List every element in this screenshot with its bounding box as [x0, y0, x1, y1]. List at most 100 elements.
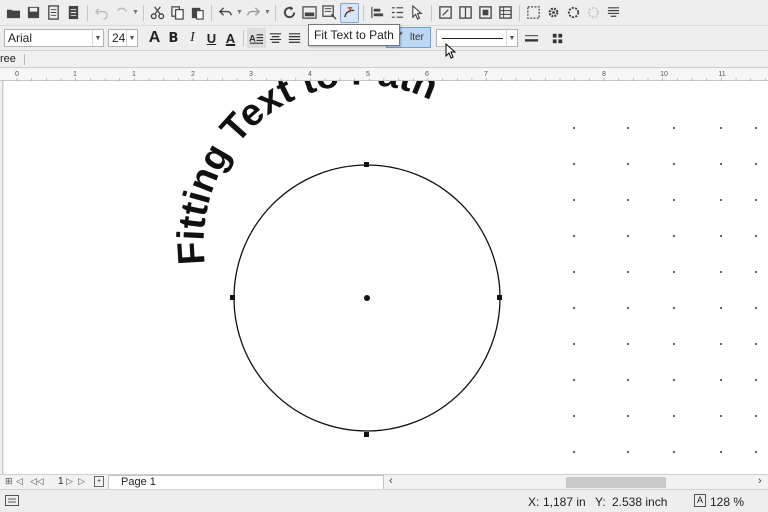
- grid-dots: [573, 127, 757, 453]
- page-layout-icon[interactable]: ⊞: [5, 476, 13, 487]
- grid-dot: [755, 451, 757, 453]
- svg-text:A: A: [249, 33, 256, 43]
- increase-font-icon[interactable]: A: [145, 28, 164, 48]
- grid-dot: [673, 235, 675, 237]
- font-name-value: Arial: [8, 31, 33, 45]
- distribute-icon[interactable]: [388, 3, 407, 23]
- gallery-icon[interactable]: [320, 3, 339, 23]
- grid-dot: [673, 343, 675, 345]
- horizontal-ruler[interactable]: 0 1 1 2 3 4 5 6 7 8 10 11: [0, 68, 768, 81]
- grid-dot: [673, 451, 675, 453]
- curved-text[interactable]: Fitting Text to Path: [170, 81, 443, 266]
- copy-icon[interactable]: [168, 3, 187, 23]
- columns-icon[interactable]: [456, 3, 475, 23]
- line-width-icon[interactable]: [522, 28, 541, 48]
- font-name-combobox[interactable]: Arial ▼: [4, 29, 104, 47]
- underline-icon[interactable]: U: [202, 28, 221, 48]
- selection-handle-top[interactable]: [364, 162, 369, 167]
- disabled-gear-icon[interactable]: [584, 3, 603, 23]
- properties-icon[interactable]: [604, 3, 623, 23]
- sidebar-tab[interactable]: ree: [0, 53, 16, 65]
- undo-arrow-icon[interactable]: [216, 3, 235, 23]
- grid-dot: [755, 379, 757, 381]
- grid-dot: [573, 343, 575, 345]
- grid-dot: [720, 451, 722, 453]
- x-coordinate-value: 1,187 in: [543, 495, 586, 509]
- grid-dot: [755, 127, 757, 129]
- separator: [363, 4, 364, 21]
- table-frame-icon[interactable]: [496, 3, 515, 23]
- chevron-down-icon[interactable]: ▼: [236, 9, 243, 16]
- last-page-icon[interactable]: ▷: [78, 476, 85, 487]
- page-tab[interactable]: Page 1: [108, 475, 384, 489]
- align-justify-icon[interactable]: [285, 28, 304, 48]
- grid-dot: [720, 271, 722, 273]
- ruler-label: 10: [660, 71, 668, 78]
- italic-icon[interactable]: I: [183, 28, 202, 48]
- drawing-surface: Fitting Text to Path: [170, 81, 757, 453]
- previous-page-icon[interactable]: ◁: [16, 476, 23, 487]
- font-color-icon[interactable]: A: [221, 28, 240, 48]
- drawing-canvas[interactable]: Fitting Text to Path: [4, 81, 768, 474]
- chevron-down-icon[interactable]: ▼: [132, 9, 139, 16]
- settings-gear-icon[interactable]: [564, 3, 583, 23]
- open-icon[interactable]: [4, 3, 23, 23]
- chevron-down-icon[interactable]: ▼: [506, 30, 517, 46]
- frame-icon[interactable]: [436, 3, 455, 23]
- bold-icon[interactable]: B: [164, 28, 183, 48]
- first-page-icon[interactable]: ◁◁: [30, 476, 44, 487]
- grid-dot: [755, 271, 757, 273]
- grid-dot: [627, 271, 629, 273]
- grid-dot: [627, 415, 629, 417]
- rotate-icon[interactable]: [280, 3, 299, 23]
- print-icon[interactable]: [64, 3, 83, 23]
- filter-button-label: lter: [410, 32, 424, 43]
- text-frame-icon[interactable]: [476, 3, 495, 23]
- select-tool-icon[interactable]: [408, 3, 427, 23]
- chevron-down-icon[interactable]: ▼: [126, 30, 137, 46]
- align-center-icon[interactable]: [266, 28, 285, 48]
- page-navigation-bar: ⊞ ◁ ◁◁ 1 ▷ ▷ + Page 1 ‹ ›: [0, 474, 768, 489]
- scroll-left-icon[interactable]: ‹: [389, 475, 393, 487]
- zoom-value[interactable]: 128 %: [710, 495, 744, 509]
- chevron-down-icon[interactable]: ▼: [92, 30, 103, 46]
- redo-arrow-icon[interactable]: [244, 3, 263, 23]
- next-page-icon[interactable]: ▷: [66, 476, 73, 487]
- zoom-icon[interactable]: A: [694, 494, 706, 507]
- x-coordinate-label: X:: [528, 495, 540, 509]
- paste-icon[interactable]: [188, 3, 207, 23]
- align-objects-icon[interactable]: [368, 3, 387, 23]
- marquee-icon[interactable]: [524, 3, 543, 23]
- vertical-ruler[interactable]: [0, 81, 3, 474]
- fit-text-to-path-icon[interactable]: [340, 2, 359, 23]
- export-icon[interactable]: [44, 3, 63, 23]
- arrange-icon[interactable]: [548, 28, 567, 48]
- grid-dot: [627, 127, 629, 129]
- chevron-down-icon[interactable]: ▼: [264, 9, 271, 16]
- align-left-icon[interactable]: A: [247, 28, 266, 48]
- selection-handle-right[interactable]: [497, 295, 502, 300]
- horizontal-scrollbar-thumb[interactable]: [566, 477, 666, 488]
- scroll-right-icon[interactable]: ›: [758, 475, 762, 487]
- image-icon[interactable]: [300, 3, 319, 23]
- save-icon[interactable]: [24, 3, 43, 23]
- grid-dot: [673, 163, 675, 165]
- ruler-label: 11: [718, 71, 725, 78]
- grid-dot: [755, 235, 757, 237]
- insert-page-icon[interactable]: +: [94, 476, 104, 487]
- redo-icon[interactable]: [112, 3, 131, 23]
- document-icon[interactable]: [5, 495, 19, 509]
- cut-icon[interactable]: [148, 3, 167, 23]
- grid-dot: [573, 451, 575, 453]
- center-point[interactable]: [364, 295, 370, 301]
- selection-handle-left[interactable]: [230, 295, 235, 300]
- grid-dot: [720, 379, 722, 381]
- grid-dot: [755, 415, 757, 417]
- grid-dot: [573, 271, 575, 273]
- grid-dot: [755, 163, 757, 165]
- undo-icon[interactable]: [92, 3, 111, 23]
- gear-icon[interactable]: [544, 3, 563, 23]
- font-size-combobox[interactable]: 24 ▼: [108, 29, 138, 47]
- grid-dot: [627, 343, 629, 345]
- selection-handle-bottom[interactable]: [364, 432, 369, 437]
